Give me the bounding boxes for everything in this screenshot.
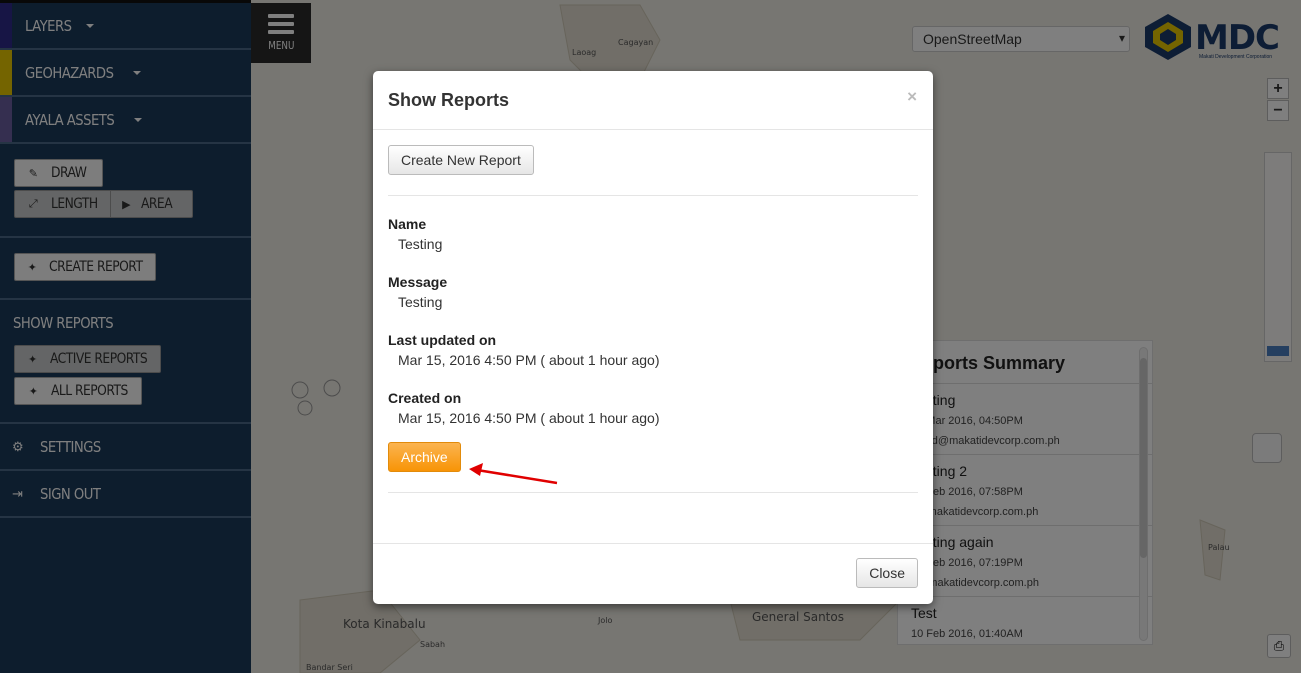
modal-footer: Close (373, 543, 933, 604)
close-button[interactable]: Close (856, 558, 918, 588)
name-label: Name (388, 216, 427, 232)
divider (388, 195, 918, 196)
message-value: Testing (398, 294, 443, 310)
create-new-report-button[interactable]: Create New Report (388, 145, 534, 175)
modal-header: Show Reports × (373, 71, 933, 130)
last-updated-label: Last updated on (388, 332, 497, 348)
close-icon[interactable]: × (907, 87, 917, 107)
archive-button[interactable]: Archive (388, 442, 461, 472)
modal-body: Create New Report Name Testing Message T… (373, 130, 933, 543)
last-updated-value: Mar 15, 2016 4:50 PM ( about 1 hour ago) (398, 352, 660, 368)
show-reports-modal: Show Reports × Create New Report Name Te… (373, 71, 933, 604)
modal-title: Show Reports (388, 90, 510, 110)
created-on-label: Created on (388, 390, 462, 406)
message-label: Message (388, 274, 448, 290)
created-on-value: Mar 15, 2016 4:50 PM ( about 1 hour ago) (398, 410, 660, 426)
annotation-arrow-icon (469, 463, 558, 485)
divider (388, 492, 918, 493)
name-value: Testing (398, 236, 443, 252)
